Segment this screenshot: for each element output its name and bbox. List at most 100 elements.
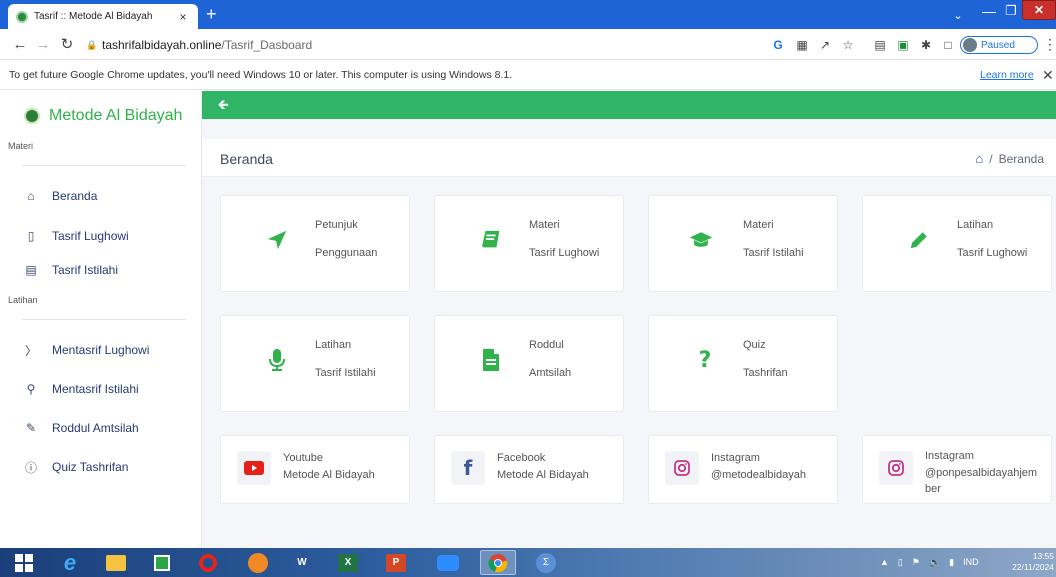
back-arrow-icon[interactable]: ← — [10, 35, 30, 55]
more-menu-icon[interactable]: ⋮ — [1043, 36, 1056, 53]
share-icon[interactable]: ↗ — [817, 37, 833, 53]
youtube-icon — [237, 451, 271, 485]
card-materi-tasrif-lughowi[interactable]: Materi Tasrif Lughowi — [434, 195, 624, 292]
firefox-icon[interactable] — [240, 550, 276, 575]
input-language[interactable]: IND — [963, 557, 979, 567]
bookmark-star-icon[interactable]: ☆ — [840, 37, 856, 53]
home-icon[interactable]: ⌂ — [975, 151, 983, 166]
chrome-icon[interactable] — [480, 550, 516, 575]
reading-list-icon[interactable]: ▤ — [872, 37, 888, 53]
book-icon: ▯ — [27, 229, 35, 243]
sidebar-item-tasrif-lughowi[interactable]: ▯ Tasrif Lughowi — [24, 225, 129, 247]
learn-more-link[interactable]: Learn more — [980, 69, 1034, 81]
excel-icon[interactable]: X — [330, 550, 366, 575]
help-icon: ⓘ — [24, 460, 37, 475]
breadcrumb-current: Beranda — [998, 151, 1044, 166]
card-title: Materi — [529, 219, 560, 231]
sidebar-item-mentasrif-lughowi[interactable]: 〉 Mentasrif Lughowi — [24, 339, 149, 361]
forward-arrow-icon[interactable]: → — [33, 35, 53, 55]
extensions-puzzle-icon[interactable]: ✱ — [918, 37, 934, 53]
sidebar-item-label: Quiz Tashrifan — [52, 460, 129, 474]
math-input-icon[interactable]: Σ — [528, 550, 564, 575]
browser-tab[interactable]: Tasrif :: Metode Al Bidayah × — [8, 4, 198, 29]
sidebar-item-quiz-tashrifan[interactable]: ⓘ Quiz Tashrifan — [24, 456, 129, 478]
card-title: Materi — [743, 219, 774, 231]
social-card-instagram-metodealbidayah[interactable]: Instagram @metodealbidayah — [648, 435, 838, 504]
instagram-icon — [665, 451, 699, 485]
page-title: Beranda — [220, 151, 273, 167]
powerpoint-icon[interactable]: P — [378, 550, 414, 575]
tag-icon: 〉 — [24, 343, 37, 358]
brand-name: Metode Al Bidayah — [49, 107, 183, 124]
window-maximize-button[interactable]: ❐ — [1000, 0, 1022, 22]
tray-device-icon[interactable]: ▯ — [898, 557, 903, 568]
card-latihan-tasrif-istilahi[interactable]: Latihan Tasrif Istilahi — [220, 315, 410, 412]
social-card-instagram-ponpesalbidayahjember[interactable]: Instagram @ponpesalbidayahjember — [862, 435, 1052, 504]
instagram-icon — [879, 451, 913, 485]
sidebar-toggle-arrow-icon[interactable]: 🡰 — [218, 96, 229, 118]
translate-icon[interactable]: ▦ — [794, 37, 810, 53]
card-subtitle: Tasrif Istilahi — [743, 247, 804, 259]
sidebar-item-roddul-amtsilah[interactable]: ✎ Roddul Amtsilah — [24, 417, 139, 439]
social-card-facebook[interactable]: f Facebook Metode Al Bidayah — [434, 435, 624, 504]
signal-icon[interactable]: ▮ — [949, 557, 954, 568]
question-icon: ? — [698, 347, 712, 373]
profile-paused-button[interactable]: Paused — [960, 36, 1038, 54]
card-materi-tasrif-istilahi[interactable]: Materi Tasrif Istilahi — [648, 195, 838, 292]
opera-icon[interactable] — [190, 550, 226, 575]
side-panel-icon[interactable]: □ — [940, 37, 956, 53]
google-icon[interactable]: G — [770, 37, 786, 53]
social-title: Instagram — [711, 452, 760, 464]
menu-divider — [22, 165, 186, 166]
tab-search-chevron-icon[interactable]: ⌄ — [948, 4, 968, 26]
system-tray: ▲ ▯ ⚑ 🔈 ▮ IND — [880, 552, 979, 572]
url-path: /Tasrif_Dasboard — [221, 37, 313, 52]
sidebar-item-mentasrif-istilahi[interactable]: ⚲ Mentasrif Istilahi — [24, 378, 139, 400]
tab-title: Tasrif :: Metode Al Bidayah — [34, 11, 153, 22]
tray-expand-icon[interactable]: ▲ — [880, 557, 889, 567]
send-icon — [265, 227, 289, 253]
reload-icon[interactable]: ↻ — [57, 35, 77, 55]
file-explorer-icon[interactable] — [98, 550, 134, 575]
menu-heading-materi: Materi — [8, 141, 34, 151]
brand[interactable]: Metode Al Bidayah — [24, 107, 182, 125]
card-title: Latihan — [957, 219, 994, 231]
url-field[interactable]: 🔒 tashrifalbidayah.online/Tasrif_Dasboar… — [86, 33, 886, 56]
top-navbar: 🡰 — [202, 91, 1056, 119]
pencil-icon: ✎ — [25, 421, 37, 435]
card-quiz-tashrifan[interactable]: ? Quiz Tashrifan — [648, 315, 838, 412]
word-icon[interactable]: W — [284, 550, 320, 575]
card-roddul-amtsilah[interactable]: Roddul Amtsilah — [434, 315, 624, 412]
card-petunjuk-penggunaan[interactable]: Petunjuk Penggunaan — [220, 195, 410, 292]
browser-tab-bar: Tasrif :: Metode Al Bidayah × + ⌄ — ❐ ✕ — [0, 0, 1056, 29]
social-title: Instagram — [925, 450, 974, 462]
book-icon — [479, 227, 503, 253]
avatar — [963, 38, 977, 52]
new-tab-button[interactable]: + — [206, 5, 217, 23]
windows-start-icon[interactable] — [6, 550, 42, 575]
sidebar-item-tasrif-istilahi[interactable]: ▤ Tasrif Istilahi — [24, 259, 118, 281]
internet-explorer-icon[interactable]: e — [52, 550, 88, 575]
tab-close-button[interactable]: × — [176, 10, 190, 24]
card-subtitle: Tashrifan — [743, 367, 788, 379]
taskbar-clock[interactable]: 13:55 22/11/2024 — [1006, 551, 1054, 573]
card-subtitle: Tasrif Lughowi — [957, 247, 1028, 259]
sidebar-item-beranda[interactable]: ⌂ Beranda — [24, 185, 97, 207]
social-card-youtube[interactable]: Youtube Metode Al Bidayah — [220, 435, 410, 504]
breadcrumb: ⌂ / Beranda — [975, 151, 1044, 166]
extension-green-icon[interactable]: ▣ — [895, 37, 911, 53]
card-latihan-tasrif-lughowi[interactable]: Latihan Tasrif Lughowi — [862, 195, 1052, 292]
tray-flag-icon[interactable]: ⚑ — [912, 557, 920, 568]
window-minimize-button[interactable]: — — [978, 0, 1000, 22]
zoom-icon[interactable] — [430, 550, 466, 575]
infobar-close-icon[interactable]: ✕ — [1042, 67, 1054, 84]
card-subtitle: Tasrif Lughowi — [529, 247, 600, 259]
content-header: Beranda ⌂ / Beranda — [202, 139, 1056, 177]
graduation-cap-icon — [689, 227, 713, 253]
social-subtitle: @metodealbidayah — [711, 469, 806, 481]
store-icon[interactable] — [144, 550, 180, 575]
volume-icon[interactable]: 🔈 — [929, 557, 940, 568]
window-close-button[interactable]: ✕ — [1022, 0, 1056, 20]
pencil-icon — [907, 227, 931, 253]
page-content: Metode Al Bidayah Materi ⌂ Beranda ▯ Tas… — [0, 91, 1056, 548]
